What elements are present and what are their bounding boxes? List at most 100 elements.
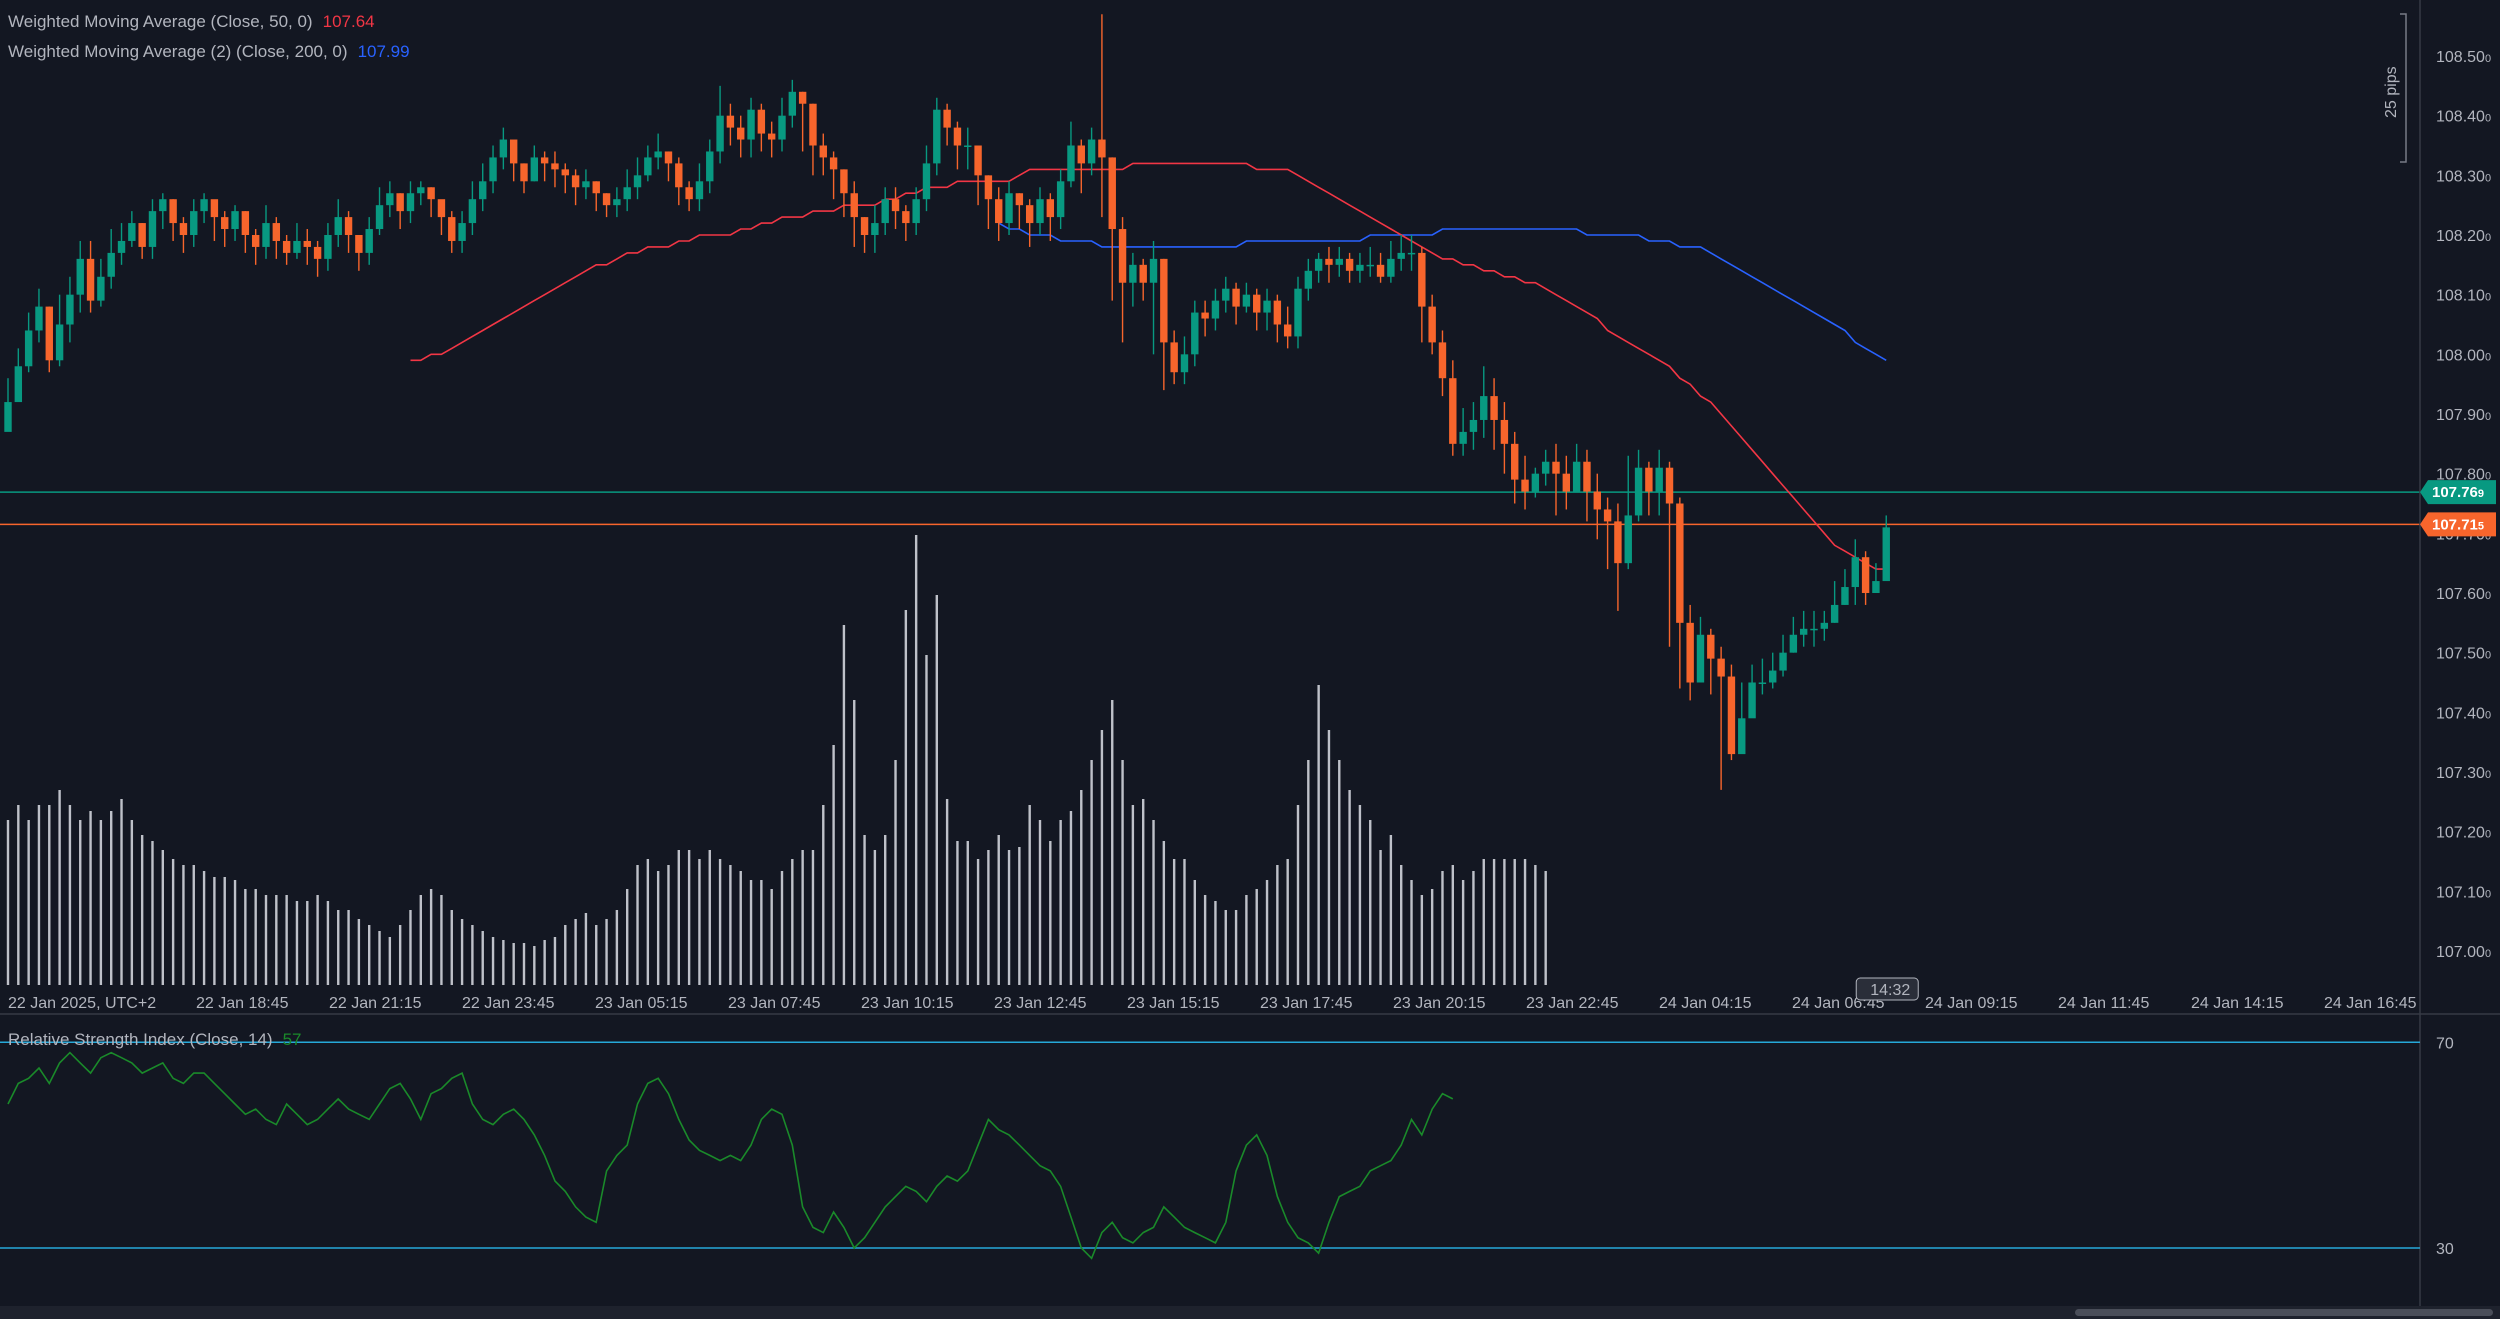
candle-body <box>241 211 250 235</box>
volume-bar <box>626 889 629 985</box>
candle-body <box>76 258 84 295</box>
candle-body <box>479 181 487 200</box>
candle-body <box>582 181 590 188</box>
volume-bar <box>1430 889 1434 985</box>
candle-body <box>1129 264 1137 283</box>
volume-bar <box>450 910 453 985</box>
chart-canvas[interactable]: 108.500 108.400 108.300 108.200 108.100 108.0… <box>0 0 2500 1319</box>
candle-body <box>664 151 673 164</box>
candle-body <box>499 139 508 158</box>
candle-body <box>540 157 549 164</box>
volume-bar <box>667 865 670 985</box>
volume-bar <box>1255 889 1258 985</box>
volume-bar <box>378 931 381 985</box>
price-tick-suffix: 0 <box>2485 351 2491 363</box>
volume-bar <box>615 910 619 985</box>
volume-bar <box>182 865 185 985</box>
volume-bar <box>1389 835 1393 985</box>
volume-bar <box>894 760 897 985</box>
volume-bar <box>388 937 392 985</box>
volume-bar <box>275 895 278 985</box>
candle-body <box>1449 378 1457 444</box>
wma50-legend[interactable]: Weighted Moving Average (Close, 50, 0) 10… <box>8 12 375 32</box>
candle-body <box>1118 229 1127 283</box>
candle-body <box>561 169 569 176</box>
rsi-legend-label: Relative Strength Index (Close, 14) <box>8 1030 273 1049</box>
price-tick-label: 108.100 <box>2436 288 2491 305</box>
candle-body <box>138 223 146 247</box>
candle-body <box>1511 443 1519 480</box>
horizontal-scrollbar[interactable] <box>0 1306 2500 1319</box>
candle-body <box>1397 252 1405 259</box>
candle-body <box>571 175 580 188</box>
candle-body <box>1222 288 1230 301</box>
wma200-legend[interactable]: Weighted Moving Average (2) (Close, 200,… <box>8 42 410 62</box>
volume-bar <box>1482 859 1485 985</box>
volume-bar <box>17 805 20 985</box>
candle-body <box>757 109 766 134</box>
price-tick-suffix: 0 <box>2485 888 2491 900</box>
current-price-tag-text: 107.715 <box>2432 516 2484 533</box>
candle-body <box>633 175 642 188</box>
price-tick-label: 108.000 <box>2436 347 2491 364</box>
volume-bar <box>140 835 144 985</box>
candle-body <box>1067 145 1075 182</box>
volume-bar <box>110 811 113 985</box>
candle-body <box>695 181 704 200</box>
volume-bar <box>760 880 763 985</box>
candle-body <box>871 223 879 235</box>
candle-body <box>974 145 982 176</box>
volume-bar <box>1059 820 1062 985</box>
volume-bar <box>213 877 216 985</box>
volume-bar <box>1441 871 1444 985</box>
candle-body <box>4 402 12 432</box>
time-tick-label: 22 Jan 2025, UTC+2 <box>8 995 156 1012</box>
candle-body <box>35 306 43 331</box>
volume-bar <box>244 889 247 985</box>
volume-bar <box>1142 799 1145 985</box>
volume-bar <box>1193 880 1196 985</box>
volume-bar <box>398 925 402 985</box>
volume-bar <box>966 841 969 985</box>
volume-bar <box>1523 859 1527 985</box>
candle-body <box>1603 509 1612 522</box>
candle-body <box>355 235 363 253</box>
candle-body <box>964 145 972 147</box>
price-tick-label: 107.200 <box>2436 825 2491 842</box>
volume-bar <box>687 850 691 985</box>
volume-bar <box>161 850 164 985</box>
scrollbar-thumb[interactable] <box>2075 1309 2493 1316</box>
candle-body <box>922 163 931 200</box>
support-price-tag: 107.769 <box>2420 480 2496 505</box>
candle-body <box>448 217 456 241</box>
rsi-legend[interactable]: Relative Strength Index (Close, 14) 57 <box>8 1030 302 1050</box>
volume-bar <box>677 850 680 985</box>
candle-body <box>406 193 415 212</box>
candle-body <box>1438 342 1447 379</box>
volume-bar <box>801 850 804 985</box>
volume-bar <box>1183 859 1186 985</box>
price-tick-label: 108.200 <box>2436 228 2491 245</box>
volume-bar <box>1492 859 1496 985</box>
candle-body <box>1025 205 1034 224</box>
candle-body <box>1634 467 1643 516</box>
volume-bar <box>584 913 588 985</box>
price-tick-suffix: 0 <box>2485 411 2491 423</box>
candle-body <box>778 115 786 140</box>
candle-body <box>1727 676 1736 755</box>
candle-body <box>344 217 353 235</box>
candle-body <box>1005 193 1013 224</box>
volume-bar <box>698 859 701 985</box>
volume-bar <box>1400 865 1403 985</box>
candle-body <box>1861 557 1870 593</box>
price-tick-suffix: 0 <box>2485 292 2491 304</box>
candle-body <box>1098 139 1106 158</box>
price-tick-label: 107.600 <box>2436 586 2491 603</box>
rsi-tick-label: 70 <box>2436 1035 2454 1052</box>
volume-bar <box>6 820 10 985</box>
candle-body <box>210 199 219 218</box>
time-tick-label: 24 Jan 11:45 <box>2058 995 2149 1012</box>
candle-body <box>1036 199 1044 224</box>
volume-bar <box>780 871 784 985</box>
volume-bar <box>1080 790 1083 985</box>
